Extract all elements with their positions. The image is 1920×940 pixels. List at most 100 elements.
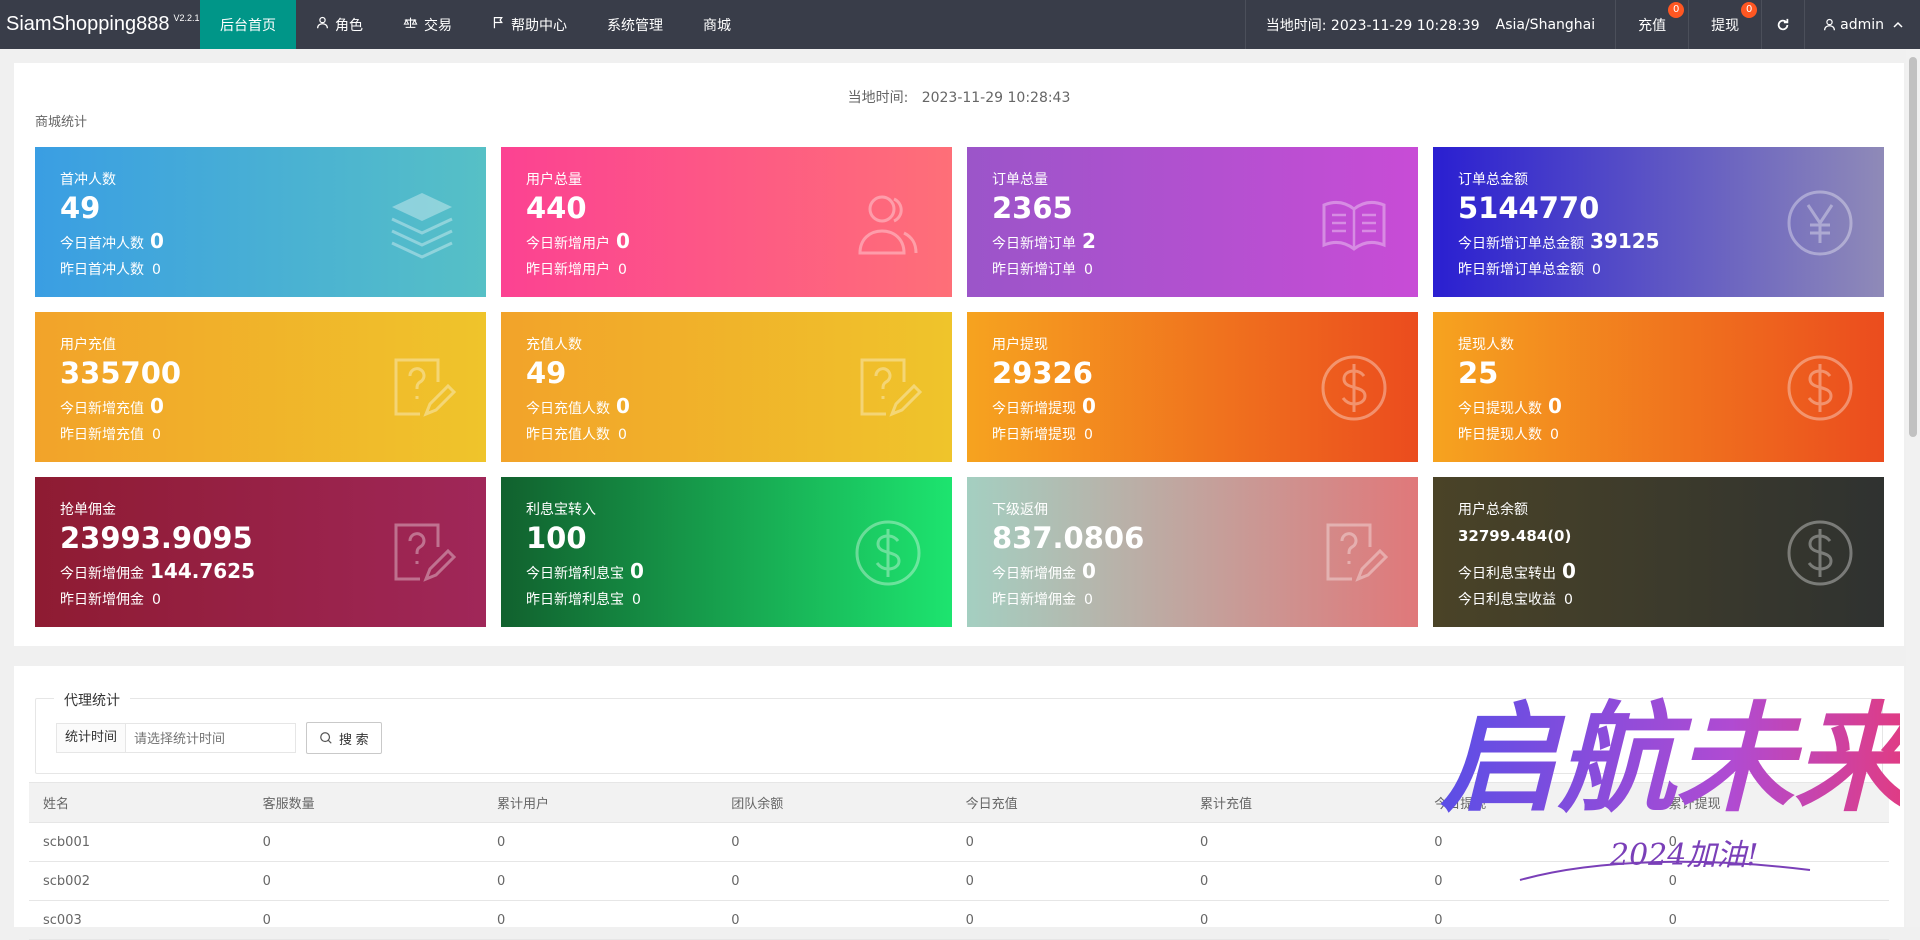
stat-card-today: 今日新增用户 0 <box>526 229 630 253</box>
stat-card-title: 订单总金额 <box>1458 172 1528 188</box>
stat-card: 利息宝转入 100 今日新增利息宝 0 昨日新增利息宝 0 <box>501 477 952 627</box>
stat-yesterday-value: 0 <box>1084 592 1093 608</box>
stat-card-yesterday: 昨日新增用户 0 <box>526 259 627 279</box>
nav-item-2[interactable]: 交易 <box>383 0 472 49</box>
edit-question-icon <box>1318 517 1390 589</box>
edit-question-icon <box>386 517 458 589</box>
stat-card-today: 今日新增提现 0 <box>992 394 1096 418</box>
table-cell: 0 <box>1420 861 1655 901</box>
nav-item-5[interactable]: 商城 <box>683 0 751 49</box>
column-header[interactable]: 今日提现 <box>1420 782 1655 823</box>
column-header[interactable]: 累计提现 <box>1654 782 1889 823</box>
nav-item-4[interactable]: 系统管理 <box>587 0 683 49</box>
stat-today-label: 今日充值人数 <box>526 401 610 417</box>
agent-stats-legend: 代理统计 <box>54 690 130 710</box>
stat-today-value: 144.7625 <box>150 559 256 583</box>
refresh-button[interactable] <box>1762 0 1806 49</box>
stat-yesterday-label: 昨日提现人数 <box>1458 427 1542 443</box>
table-cell: 0 <box>1654 861 1889 901</box>
table-cell: 0 <box>717 900 952 940</box>
page-scrollbar[interactable] <box>1906 49 1920 927</box>
table-cell: 0 <box>482 861 718 901</box>
table-cell: sc003 <box>29 900 249 940</box>
nav-label: 帮助中心 <box>511 17 567 34</box>
column-header[interactable]: 今日充值 <box>951 782 1186 823</box>
stat-card-yesterday: 昨日充值人数 0 <box>526 424 627 444</box>
stat-yesterday-label: 昨日充值人数 <box>526 427 610 443</box>
search-button-label: 搜 索 <box>339 731 369 747</box>
table-cell: 0 <box>1420 822 1655 862</box>
stat-today-value: 0 <box>630 559 644 583</box>
recharge-badge: 0 <box>1668 2 1685 18</box>
column-header[interactable]: 姓名 <box>29 782 249 823</box>
scale-icon <box>403 16 418 33</box>
users-icon <box>852 187 924 259</box>
stat-card-title: 用户提现 <box>992 337 1048 353</box>
stat-card-title: 订单总量 <box>992 172 1048 188</box>
nav-item-1[interactable]: 角色 <box>296 0 383 49</box>
column-header[interactable]: 客服数量 <box>248 782 483 823</box>
search-icon <box>320 732 332 744</box>
stat-today-value: 0 <box>150 229 164 253</box>
stat-card-value: 29326 <box>992 356 1093 390</box>
column-header[interactable]: 累计充值 <box>1185 782 1421 823</box>
user-icon <box>316 16 329 33</box>
table-cell: 0 <box>1654 900 1889 940</box>
stat-yesterday-value: 0 <box>632 592 641 608</box>
stat-card-yesterday: 昨日提现人数 0 <box>1458 424 1559 444</box>
table-row: scb001 0 0 0 0 0 0 0 <box>29 822 1889 862</box>
scrollbar-thumb[interactable] <box>1909 57 1917 437</box>
stat-today-value: 0 <box>616 229 630 253</box>
table-cell: 0 <box>951 900 1186 940</box>
stat-card-yesterday: 昨日新增订单 0 <box>992 259 1093 279</box>
chevron-up-icon <box>1893 21 1903 28</box>
stat-card-today: 今日利息宝转出 0 <box>1458 559 1576 583</box>
stat-today-label: 今日利息宝转出 <box>1458 566 1556 582</box>
user-menu[interactable]: admin <box>1805 0 1920 49</box>
stat-today-value: 0 <box>1082 559 1096 583</box>
stat-yesterday-value: 0 <box>152 592 161 608</box>
recharge-button[interactable]: 充值 0 <box>1616 0 1690 49</box>
column-header[interactable]: 团队余额 <box>717 782 952 823</box>
stat-card-today: 今日新增佣金 0 <box>992 559 1096 583</box>
stat-card-title: 用户总量 <box>526 172 582 188</box>
header-time: 当地时间: 2023-11-29 10:28:39 Asia/Shanghai <box>1244 0 1617 49</box>
local-time-value: 2023-11-29 10:28:43 <box>921 90 1071 106</box>
stat-card-title: 首冲人数 <box>60 172 116 188</box>
recharge-label: 充值 <box>1638 17 1667 34</box>
stat-today-value: 2 <box>1082 229 1096 253</box>
table-cell: 0 <box>951 861 1186 901</box>
stat-yesterday-value: 0 <box>1550 427 1559 443</box>
user-icon <box>1824 18 1836 31</box>
nav-item-0[interactable]: 后台首页 <box>200 0 296 49</box>
stat-card-title: 下级返佣 <box>992 502 1048 518</box>
withdraw-button[interactable]: 提现 0 <box>1689 0 1763 49</box>
table-cell: 0 <box>248 822 483 862</box>
stat-card-title: 用户充值 <box>60 337 116 353</box>
stat-today-label: 今日新增充值 <box>60 401 144 417</box>
header-timezone: Asia/Shanghai <box>1495 16 1596 33</box>
date-filter-input[interactable] <box>126 723 297 753</box>
stat-card-yesterday: 昨日新增提现 0 <box>992 424 1093 444</box>
brand-name: SiamShopping888 <box>6 13 170 35</box>
refresh-icon <box>1777 18 1789 30</box>
column-header[interactable]: 累计用户 <box>482 782 718 823</box>
stat-card: 用户总量 440 今日新增用户 0 昨日新增用户 0 <box>501 147 952 297</box>
stat-card: 订单总量 2365 今日新增订单 2 昨日新增订单 0 <box>967 147 1418 297</box>
stat-card-value: 837.0806 <box>992 521 1145 555</box>
search-row: 统计时间 搜 索 <box>56 722 382 754</box>
brand-version: V2.2.1 <box>173 12 200 23</box>
stat-card-title: 充值人数 <box>526 337 582 353</box>
stat-card-yesterday: 昨日新增佣金 0 <box>992 589 1093 609</box>
stat-yesterday-label: 昨日新增佣金 <box>60 592 144 608</box>
nav-item-3[interactable]: 帮助中心 <box>472 0 587 49</box>
stat-card-value: 2365 <box>992 191 1073 225</box>
stat-yesterday-label: 昨日新增订单总金额 <box>1458 262 1584 278</box>
search-button[interactable]: 搜 索 <box>306 722 382 754</box>
local-time-label: 当地时间: <box>847 90 909 106</box>
main-nav: 后台首页 角色 交易 帮助中心 系统管理 商城 <box>200 0 751 49</box>
brand-logo[interactable]: SiamShopping888 V2.2.1 <box>0 0 200 49</box>
stat-today-label: 今日新增佣金 <box>60 566 144 582</box>
agent-table: 姓名 客服数量 累计用户 团队余额 今日充值 累计充值 今日提现 累计提现 scb001 0 0 0… <box>29 782 1889 940</box>
stat-card-title: 利息宝转入 <box>526 502 596 518</box>
